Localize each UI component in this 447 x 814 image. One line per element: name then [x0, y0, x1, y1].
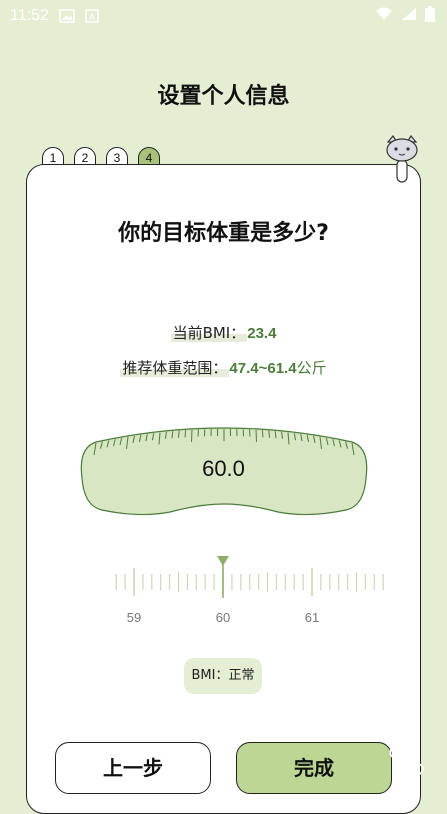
signal-icon [401, 7, 417, 25]
a-box-icon: A [85, 9, 99, 23]
recommended-range-label: 推荐体重范围： [120, 359, 229, 377]
recommended-range: 推荐体重范围：47.4~61.4公斤 [0, 357, 447, 378]
question-heading: 你的目标体重是多少? [0, 215, 447, 247]
ruler-label-59: 59 [127, 610, 141, 625]
svg-text:A: A [89, 12, 95, 22]
status-time: 11:52 [10, 7, 49, 25]
scale-tick [269, 431, 270, 438]
weight-ruler-slider[interactable] [58, 556, 388, 602]
scale-tick [185, 430, 186, 437]
scale-tick [192, 430, 193, 442]
page-title: 设置个人信息 [0, 78, 447, 110]
image-icon [59, 9, 75, 23]
scale-tick [262, 430, 263, 437]
ruler-label-60: 60 [216, 610, 230, 625]
current-bmi-label: 当前BMI： [171, 324, 248, 342]
previous-step-button[interactable]: 上一步 [55, 742, 211, 794]
weight-value: 60.0 [0, 456, 447, 482]
scale-tick [256, 430, 257, 442]
current-bmi: 当前BMI：23.4 [0, 322, 447, 343]
recommended-range-unit: 公斤 [297, 360, 327, 377]
finish-button[interactable]: 完成 [236, 742, 392, 794]
bmi-status-badge: BMI：正常 [184, 658, 262, 694]
status-bar: 11:52 A [0, 0, 447, 32]
cat-mascot-icon [384, 134, 420, 184]
battery-icon [425, 6, 435, 26]
wifi-icon [375, 7, 393, 25]
recommended-range-value: 47.4~61.4 [229, 360, 296, 377]
scale-tick [179, 431, 180, 438]
ruler-label-61: 61 [305, 610, 319, 625]
current-bmi-value: 23.4 [247, 325, 276, 342]
